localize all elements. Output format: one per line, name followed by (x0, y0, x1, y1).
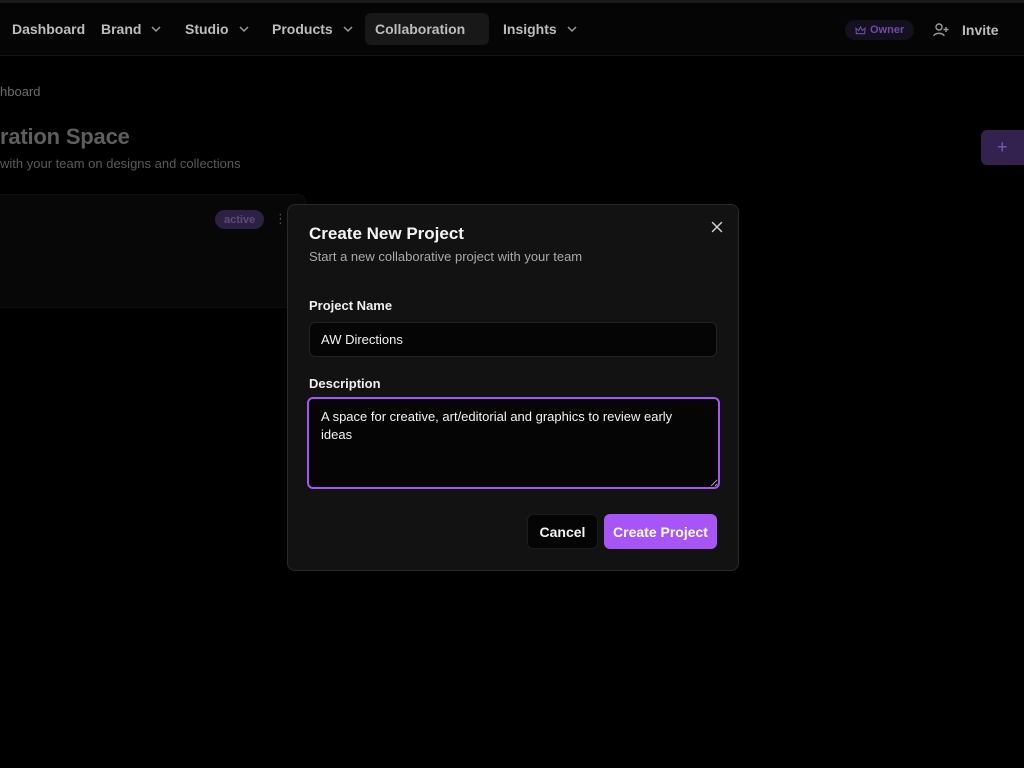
status-badge: active (215, 210, 265, 229)
plus-icon: + (997, 137, 1008, 157)
dialog-title: Create New Project (309, 224, 464, 243)
chevron-down-icon (567, 26, 577, 33)
nav-item-label: Products (272, 21, 333, 37)
invite-label: Invite (962, 22, 999, 38)
crown-icon (855, 25, 866, 34)
nav-item-insights[interactable]: Insights (493, 13, 589, 45)
owner-badge: Owner (845, 20, 915, 40)
nav-item-products[interactable]: Products (262, 13, 365, 45)
page-title: ration Space (0, 124, 130, 149)
description-textarea[interactable]: A space for creative, art/editorial and … (307, 397, 720, 489)
breadcrumb[interactable]: hboard (0, 84, 40, 99)
chevron-down-icon (151, 26, 161, 33)
cancel-button[interactable]: Cancel (527, 514, 598, 549)
project-name-label: Project Name (309, 298, 393, 313)
nav-item-brand[interactable]: Brand (91, 13, 173, 45)
nav-item-label: Dashboard (12, 21, 86, 37)
close-icon (711, 221, 723, 233)
create-project-button[interactable]: Create Project (604, 514, 717, 549)
project-name-input[interactable] (309, 322, 717, 357)
nav-item-label: Insights (503, 21, 557, 37)
page-subtitle: with your team on designs and collection… (0, 156, 241, 171)
create-project-dialog: Create New Project Start a new collabora… (287, 204, 739, 571)
chevron-down-icon (239, 26, 249, 33)
nav-item-studio[interactable]: Studio (175, 13, 261, 45)
nav-item-label: Brand (101, 21, 142, 37)
nav-item-dashboard[interactable]: Dashboard (2, 13, 95, 45)
nav-item-collaboration[interactable]: Collaboration (365, 13, 489, 45)
description-label: Description (309, 376, 381, 391)
user-plus-icon (933, 23, 949, 37)
top-navigation: Dashboard Brand Studio Products Collabor… (0, 0, 1024, 56)
nav-item-label: Collaboration (375, 21, 466, 37)
close-button[interactable] (709, 219, 725, 235)
owner-badge-label: Owner (870, 24, 905, 36)
more-options-icon[interactable]: ⋮ (274, 211, 287, 227)
dialog-subtitle: Start a new collaborative project with y… (309, 249, 583, 264)
nav-item-label: Studio (185, 21, 229, 37)
invite-button[interactable]: Invite (932, 19, 999, 41)
add-project-button[interactable]: + (981, 130, 1024, 165)
chevron-down-icon (343, 26, 353, 33)
